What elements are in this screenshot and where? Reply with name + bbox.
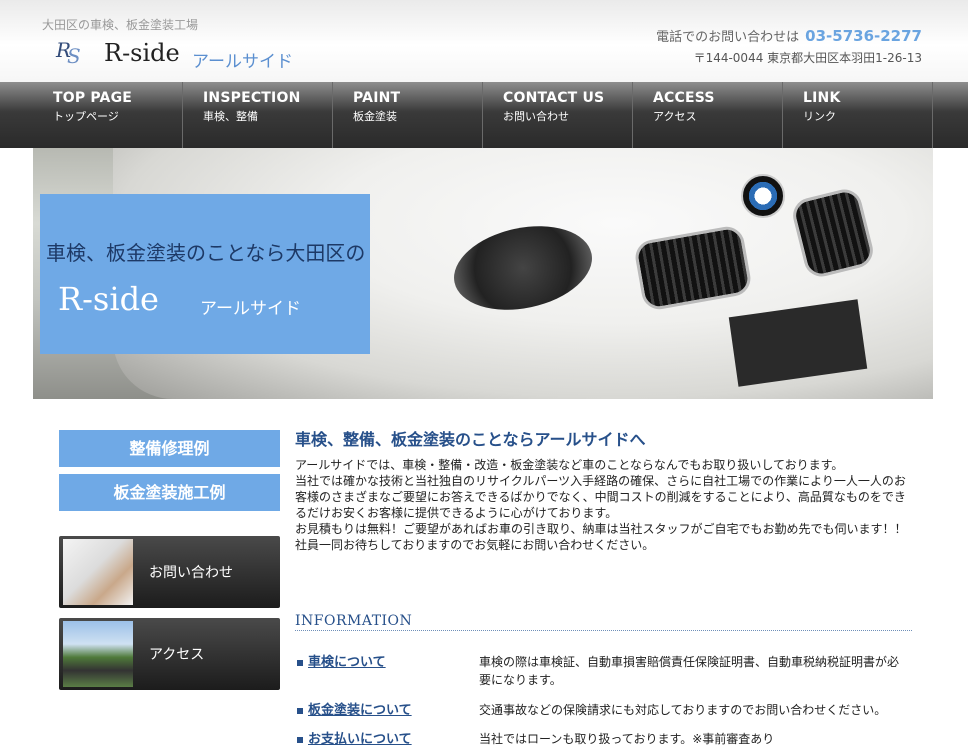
nav-label-jp: 板金塗装 <box>353 110 397 123</box>
info-value: 車検の際は車検証、自動車損害賠償責任保険証明書、自動車税納税証明書が必要になりま… <box>479 655 900 687</box>
site-tagline: 大田区の車検、板金塗装工場 <box>42 18 199 32</box>
hero-headline: 車検、板金塗装のことなら大田区の <box>46 241 366 265</box>
hero-brand-name: R-side <box>58 280 159 318</box>
nav-item-access[interactable]: ACCESS アクセス <box>633 82 783 148</box>
nav-item-inspection[interactable]: INSPECTION 車検、整備 <box>183 82 333 148</box>
intro-paragraph: 当社では確かな技術と当社独自のリサイクルパーツ入手経路の確保、さらに自社工場での… <box>295 474 906 520</box>
sidebar-card-label: お問い合わせ <box>149 565 233 581</box>
nav-item-paint[interactable]: PAINT 板金塗装 <box>333 82 483 148</box>
intro-text: アールサイドでは、車検・整備・改造・板金塗装など車のことならなんでもお取り扱いし… <box>295 457 910 553</box>
site-header: 大田区の車検、板金塗装工場 R S R-side アールサイド 電話でのお問い合… <box>0 0 968 82</box>
information-heading: INFORMATION <box>295 613 912 631</box>
intro-paragraph: 社員一同お待ちしておりますのでお気軽にお問い合わせください。 <box>295 538 655 552</box>
bullet-square-icon <box>297 707 303 714</box>
bullet-square-icon <box>297 736 303 743</box>
intro-paragraph: お見積もりは無料！ご要望があればお車の引き取り、納車は当社スタッフがご自宅でもお… <box>295 522 907 536</box>
sidebar-card-contact[interactable]: お問い合わせ <box>59 536 280 608</box>
info-key: 板金塗装について <box>297 699 412 718</box>
nav-label-en: LINK <box>803 90 841 106</box>
nav-label-jp: トップページ <box>53 110 119 123</box>
sidebar-button-paint-examples[interactable]: 板金塗装施工例 <box>59 474 280 511</box>
info-key: お支払いについて <box>297 728 412 747</box>
nav-label-en: INSPECTION <box>203 90 301 106</box>
nav-label-jp: リンク <box>803 110 836 123</box>
nav-item-top[interactable]: TOP PAGE トップページ <box>33 82 183 148</box>
logo-mark-s: S <box>67 44 81 68</box>
phone-contact: 電話でのお問い合わせは 03-5736-2277 <box>656 26 922 45</box>
info-link-payment[interactable]: お支払いについて <box>308 732 412 747</box>
info-key: 車検について <box>297 651 386 670</box>
car-badge-icon <box>741 174 785 218</box>
nav-label-en: CONTACT US <box>503 90 605 106</box>
hero-text-panel: 車検、板金塗装のことなら大田区の R-side アールサイド <box>40 194 370 354</box>
nav-label-en: TOP PAGE <box>53 90 133 106</box>
info-value: 交通事故などの保険請求にも対応しておりますのでお問い合わせください。 <box>479 703 887 717</box>
nav-label-jp: アクセス <box>653 110 697 123</box>
nav-label-jp: 車検、整備 <box>203 110 258 123</box>
hero-brand-kana: アールサイド <box>200 299 301 319</box>
sidebar-card-access[interactable]: アクセス <box>59 618 280 690</box>
phone-label: 電話でのお問い合わせは <box>656 30 800 45</box>
sidebar-button-repair-examples[interactable]: 整備修理例 <box>59 430 280 467</box>
road-photo-icon <box>63 621 133 687</box>
nav-label-en: PAINT <box>353 90 401 106</box>
main-area: 整備修理例 板金塗装施工例 お問い合わせ アクセス 車検、整備、板金塗装のことな… <box>33 399 933 754</box>
logo-name[interactable]: R-side <box>104 39 180 67</box>
info-link-paint[interactable]: 板金塗装について <box>308 703 412 718</box>
nav-label-en: ACCESS <box>653 90 715 106</box>
nav-label-jp: お問い合わせ <box>503 110 569 123</box>
handshake-photo-icon <box>63 539 133 605</box>
nav-item-link[interactable]: LINK リンク <box>783 82 933 148</box>
info-value: 当社ではローンも取り扱っております。※事前審査あり <box>479 732 775 746</box>
info-link-inspection[interactable]: 車検について <box>308 655 386 670</box>
content-title: 車検、整備、板金塗装のことならアールサイドへ <box>295 430 646 449</box>
bullet-square-icon <box>297 659 303 666</box>
hero-banner: 車検、板金塗装のことなら大田区の R-side アールサイド <box>33 148 933 399</box>
phone-number[interactable]: 03-5736-2277 <box>805 27 922 45</box>
nav-item-contact[interactable]: CONTACT US お問い合わせ <box>483 82 633 148</box>
intro-paragraph: アールサイドでは、車検・整備・改造・板金塗装など車のことならなんでもお取り扱いし… <box>295 458 844 472</box>
global-nav: TOP PAGE トップページ INSPECTION 車検、整備 PAINT 板… <box>0 82 968 148</box>
logo-mark-icon[interactable]: R S <box>56 38 86 68</box>
logo-kana: アールサイド <box>192 52 293 72</box>
address: 〒144-0044 東京都大田区本羽田1-26-13 <box>693 51 922 65</box>
sidebar-card-label: アクセス <box>149 647 205 663</box>
